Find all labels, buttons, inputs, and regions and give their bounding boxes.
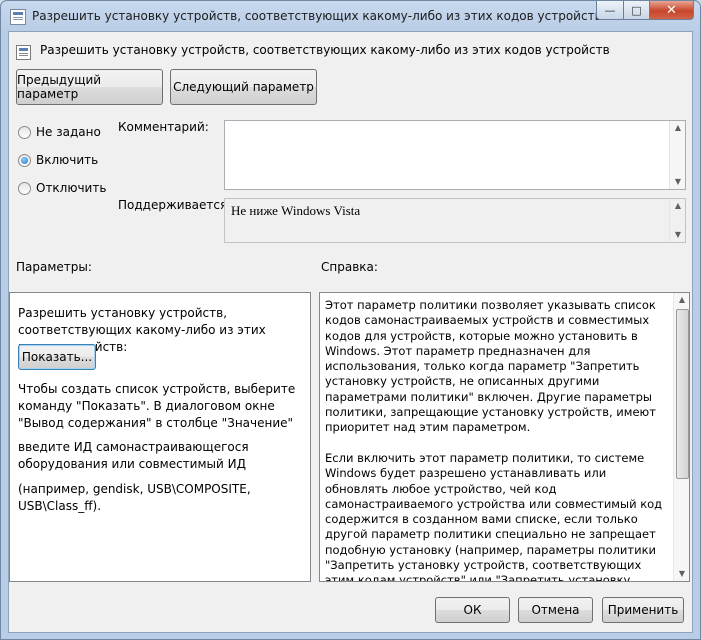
parameters-label: Параметры: (16, 260, 92, 274)
radio-not-configured[interactable]: Не задано (18, 125, 101, 139)
previous-setting-label: Предыдущий параметр (17, 73, 102, 101)
comment-value (225, 121, 685, 127)
radio-enabled-label: Включить (36, 153, 99, 167)
radio-disabled-indicator (18, 181, 31, 195)
window-title: Разрешить установку устройств, соответст… (32, 9, 602, 23)
scroll-up-icon[interactable]: ▲ (670, 121, 686, 135)
ok-button-label: ОК (463, 603, 482, 617)
previous-setting-button[interactable]: Предыдущий параметр (16, 69, 163, 105)
radio-disabled[interactable]: Отключить (18, 181, 106, 195)
show-button-label: Показать... (21, 350, 93, 364)
help-scroll-thumb[interactable] (676, 309, 689, 479)
cancel-button[interactable]: Отмена (518, 597, 593, 623)
minimize-button[interactable]: — (596, 1, 624, 20)
parameters-hint-2: введите ИД самонастраивающегося оборудов… (18, 440, 249, 471)
comment-scrollbar[interactable]: ▲ ▼ (669, 121, 685, 189)
maximize-button[interactable]: □ (624, 1, 650, 20)
comment-textarea[interactable]: ▲ ▼ (224, 120, 686, 190)
policy-icon (10, 9, 26, 25)
minimize-icon: — (604, 3, 616, 17)
parameters-hint-3: (например, gendisk, USB\COMPOSITE, USB\C… (18, 482, 251, 513)
ok-button[interactable]: ОК (435, 597, 510, 623)
policy-header-icon (16, 45, 31, 60)
scroll-up-icon[interactable]: ▲ (674, 293, 690, 307)
close-icon: ✕ (666, 2, 677, 18)
parameters-hint-1: Чтобы создать список устройств, выберите… (18, 382, 296, 430)
scroll-up-icon: ▲ (674, 201, 682, 210)
scroll-down-icon[interactable]: ▼ (674, 567, 690, 581)
dialog-client: Разрешить установку устройств, соответст… (8, 31, 693, 633)
apply-button[interactable]: Применить (602, 597, 684, 623)
radio-disabled-label: Отключить (36, 181, 107, 195)
window-controls: — □ ✕ (596, 1, 694, 21)
radio-enabled[interactable]: Включить (18, 153, 98, 167)
supported-label: Поддерживается: (118, 198, 232, 212)
policy-name: Разрешить установку устройств, соответст… (40, 43, 610, 57)
radio-enabled-indicator (18, 153, 31, 167)
parameters-panel: Разрешить установку устройств, соответст… (9, 292, 311, 582)
supported-value: Не ниже Windows Vista (231, 203, 361, 218)
supported-field: Не ниже Windows Vista ▲ ▼ (224, 198, 686, 243)
cancel-button-label: Отмена (531, 603, 580, 617)
apply-button-label: Применить (607, 603, 679, 617)
supported-scrollbar: ▲ ▼ (669, 199, 685, 242)
next-setting-button[interactable]: Следующий параметр (170, 69, 317, 105)
title-bar[interactable]: Разрешить установку устройств, соответст… (1, 1, 700, 31)
maximize-icon: □ (631, 3, 642, 17)
dialog-window: Разрешить установку устройств, соответст… (0, 0, 701, 640)
radio-not-configured-label: Не задано (36, 125, 101, 139)
show-button[interactable]: Показать... (18, 344, 96, 370)
next-setting-label: Следующий параметр (173, 80, 314, 94)
close-button[interactable]: ✕ (650, 1, 694, 20)
radio-not-configured-indicator (18, 125, 31, 139)
help-label: Справка: (321, 260, 378, 274)
comment-label: Комментарий: (118, 120, 209, 134)
help-text: Этот параметр политики позволяет указыва… (325, 298, 663, 581)
scroll-down-icon[interactable]: ▼ (670, 175, 686, 189)
scroll-down-icon: ▼ (674, 230, 682, 239)
help-scrollbar[interactable]: ▲ ▼ (673, 293, 689, 581)
help-panel: Этот параметр политики позволяет указыва… (319, 292, 690, 582)
